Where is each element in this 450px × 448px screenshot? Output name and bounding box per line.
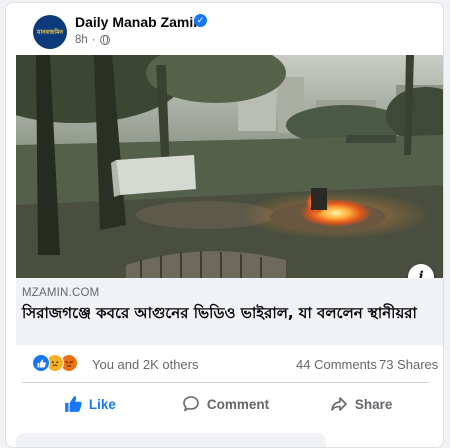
thumbs-up-icon <box>64 396 82 412</box>
share-label: Share <box>354 396 393 412</box>
graveyard-fire-photo <box>16 55 443 278</box>
reaction-icons[interactable] <box>32 354 78 372</box>
post-actions: Like Comment Share <box>22 386 429 422</box>
page-avatar[interactable]: মানবজমিন <box>33 15 67 49</box>
post-header: মানবজমিন Daily Manab Zamin ✓ 8h · <box>6 3 443 55</box>
actions-divider <box>22 382 429 383</box>
comment-button[interactable]: Comment <box>158 386 294 422</box>
like-button[interactable]: Like <box>22 386 158 422</box>
share-arrow-icon <box>331 397 347 411</box>
link-domain: MZAMIN.COM <box>22 287 100 299</box>
post-meta: 8h · <box>75 34 110 46</box>
post-card: মানবজমিন Daily Manab Zamin ✓ 8h · i MZAM… <box>5 2 444 448</box>
avatar-logo-text: মানবজমিন <box>37 28 63 36</box>
reaction-summary[interactable]: You and 2K others <box>92 357 199 372</box>
meta-separator: · <box>91 34 96 46</box>
reactions-bar: You and 2K others 44 Comments 73 Shares <box>6 351 443 377</box>
verified-badge-icon: ✓ <box>194 14 207 27</box>
link-title[interactable]: সিরাজগঞ্জে কবরে আগুনের ভিডিও ভাইরাল, যা … <box>22 303 432 323</box>
link-preview-image[interactable]: i <box>16 55 443 278</box>
comment-label: Comment <box>206 396 270 412</box>
post-timestamp[interactable]: 8h <box>75 34 88 46</box>
like-reaction-icon <box>32 354 50 372</box>
comment-area-edge <box>16 433 326 447</box>
page-name-link[interactable]: Daily Manab Zamin <box>75 14 202 30</box>
globe-icon <box>99 35 110 45</box>
like-label: Like <box>88 396 116 412</box>
comment-bubble-icon <box>183 396 199 412</box>
comments-count[interactable]: 44 Comments <box>296 357 377 372</box>
shares-count[interactable]: 73 Shares <box>379 357 438 372</box>
link-preview-caption[interactable]: MZAMIN.COM সিরাজগঞ্জে কবরে আগুনের ভিডিও … <box>16 278 443 345</box>
share-button[interactable]: Share <box>293 386 429 422</box>
